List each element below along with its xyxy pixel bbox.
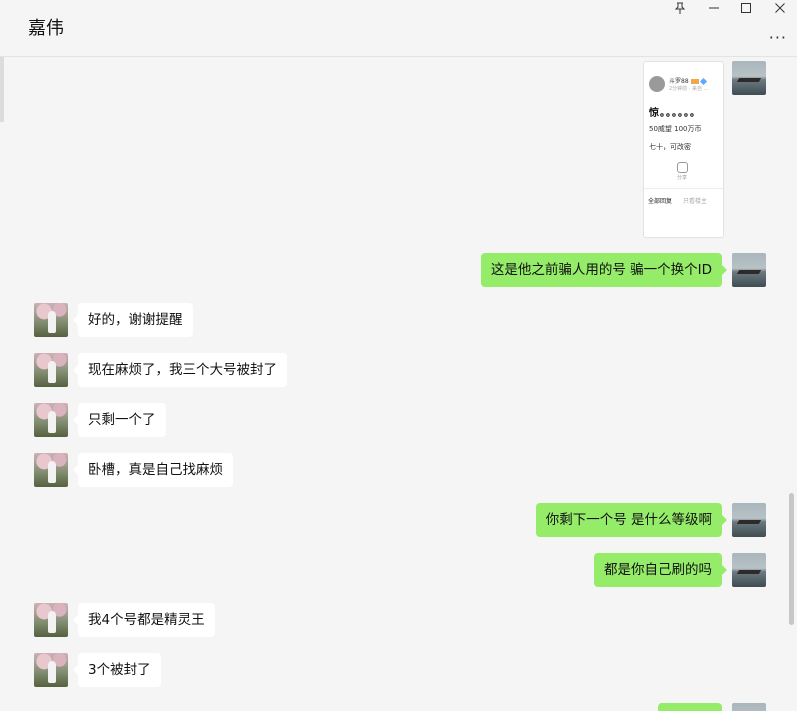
- maximize-icon: [741, 3, 751, 13]
- maximize-button[interactable]: [730, 0, 762, 16]
- message-list[interactable]: 斗罗88 2分钟前 · 来自 ... 惊。。。。。。 50威望 100万币 七十…: [0, 57, 797, 711]
- close-button[interactable]: [764, 0, 796, 16]
- card-tab-op-only: 只看楼主: [683, 198, 708, 205]
- contact-avatar[interactable]: [34, 453, 68, 487]
- outgoing-message-partial[interactable]: [658, 703, 722, 711]
- card-share-label: 分享: [677, 175, 688, 181]
- minimize-icon: [709, 7, 719, 9]
- close-icon: [775, 3, 785, 13]
- incoming-message[interactable]: 好的，谢谢提醒: [73, 303, 193, 337]
- contact-avatar[interactable]: [34, 653, 68, 687]
- outgoing-message[interactable]: 这是他之前骗人用的号 骗一个换个ID: [480, 253, 728, 287]
- title-bar: 嘉伟 ···: [0, 0, 797, 57]
- shared-post-card[interactable]: 斗罗88 2分钟前 · 来自 ... 惊。。。。。。 50威望 100万币 七十…: [643, 61, 724, 238]
- pin-icon: [674, 2, 686, 14]
- card-line-1: 50威望 100万币: [649, 125, 702, 133]
- contact-avatar[interactable]: [34, 403, 68, 437]
- level-badge-icon: [690, 79, 699, 84]
- card-tab-all-replies: 全部回复: [648, 198, 673, 205]
- contact-avatar[interactable]: [34, 603, 68, 637]
- diamond-icon: [699, 77, 707, 86]
- incoming-message[interactable]: 现在麻烦了，我三个大号被封了: [73, 353, 287, 387]
- my-avatar[interactable]: [732, 61, 766, 95]
- share-icon: [677, 162, 688, 173]
- incoming-message[interactable]: 卧槽，真是自己找麻烦: [73, 453, 233, 487]
- card-line-2: 七十，可改密: [649, 143, 691, 151]
- incoming-message[interactable]: 3个被封了: [73, 653, 161, 687]
- chat-title: 嘉伟: [28, 18, 64, 39]
- card-meta: 2分钟前 · 来自 ...: [669, 86, 709, 92]
- card-avatar: [649, 76, 665, 92]
- card-title: 惊。。。。。。: [649, 108, 701, 119]
- my-avatar[interactable]: [732, 503, 766, 537]
- outgoing-message[interactable]: 你剩下一个号 是什么等级啊: [535, 503, 728, 537]
- contact-avatar[interactable]: [34, 303, 68, 337]
- incoming-message[interactable]: 只剩一个了: [73, 403, 166, 437]
- my-avatar[interactable]: [732, 253, 766, 287]
- my-avatar[interactable]: [732, 553, 766, 587]
- card-author-name: 斗罗88: [669, 78, 689, 85]
- scrollbar-thumb[interactable]: [789, 493, 794, 625]
- minimize-button[interactable]: [698, 0, 730, 16]
- my-avatar[interactable]: [732, 703, 766, 711]
- more-options-button[interactable]: ···: [769, 28, 787, 47]
- incoming-message[interactable]: 我4个号都是精灵王: [73, 603, 215, 637]
- left-edge-stripe: [0, 57, 4, 122]
- card-divider: [644, 188, 723, 189]
- contact-avatar[interactable]: [34, 353, 68, 387]
- pin-button[interactable]: [664, 0, 696, 16]
- outgoing-message[interactable]: 都是你自己刷的吗: [594, 553, 727, 587]
